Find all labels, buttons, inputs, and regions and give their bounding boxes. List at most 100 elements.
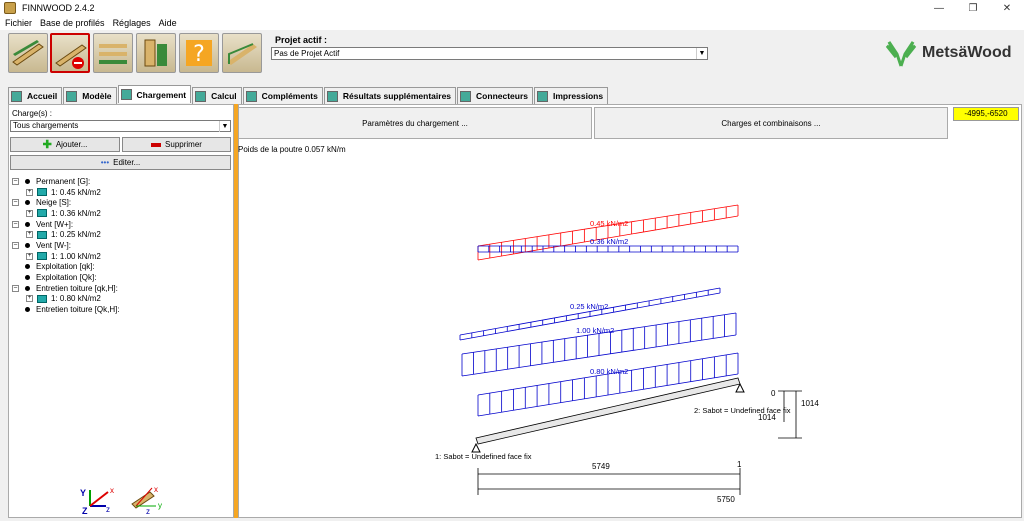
collapse-icon[interactable]: – (12, 220, 19, 228)
tool-floor-button[interactable] (93, 33, 133, 73)
wall-icon (144, 39, 167, 67)
tree-item[interactable]: +1: 0.45 kN/m2 (12, 187, 120, 198)
delete-beam-icon (55, 44, 87, 69)
collapse-icon[interactable]: – (12, 199, 19, 207)
axis-x2-label: x (154, 485, 158, 494)
edit-button[interactable]: ••• Editer... (10, 155, 231, 170)
expand-icon[interactable]: + (26, 295, 33, 303)
delete-label: Supprimer (165, 140, 202, 149)
chevron-down-icon: ▼ (696, 48, 707, 59)
tree-item[interactable]: – Neige [S]: (12, 197, 120, 208)
dim-5749-label: 5749 (592, 462, 610, 471)
tree-item[interactable]: +1: 0.80 kN/m2 (12, 294, 120, 305)
tool-delete-beam-button[interactable] (50, 33, 90, 73)
collapse-icon[interactable]: – (12, 284, 19, 292)
bullet-icon (25, 285, 30, 291)
edit-label: Editer... (113, 158, 141, 167)
bullet-icon (25, 221, 30, 227)
load-label-3: 1.00 kN/m2 (576, 326, 614, 335)
axis-y-label: y (158, 501, 162, 510)
tab-modele[interactable]: Modèle (63, 87, 117, 104)
expand-icon[interactable]: + (26, 188, 33, 196)
menu-reglages[interactable]: Réglages (113, 18, 151, 28)
charges-combinations-label: Charges et combinaisons ... (721, 118, 821, 128)
tree-item[interactable]: – Entretien toiture [qk,H]: (12, 283, 120, 294)
bullet-icon (25, 200, 30, 206)
tab-icon (537, 90, 549, 102)
plus-icon: ✚ (42, 139, 52, 151)
tab-complements[interactable]: Compléments (242, 87, 323, 104)
expand-icon[interactable]: + (26, 231, 33, 239)
dim-1014-label-a: 1014 (801, 399, 819, 408)
tree-item[interactable]: – Vent [W+]: (12, 219, 120, 230)
tab-connecteurs[interactable]: Connecteurs (457, 87, 534, 104)
tree-item[interactable]: +1: 0.25 kN/m2 (12, 229, 120, 240)
load-params-button[interactable]: Paramètres du chargement ... (238, 107, 592, 139)
chevron-down-icon: ▼ (219, 121, 230, 132)
tree-item[interactable]: – Permanent [G]: (12, 176, 120, 187)
tree-item[interactable]: – Vent [W-]: (12, 240, 120, 251)
tab-icon (66, 90, 78, 102)
tool-wall-button[interactable] (136, 33, 176, 73)
tab-resultats-supplementaires[interactable]: Résultats supplémentaires (323, 87, 457, 104)
load-params-label: Paramètres du chargement ... (362, 118, 468, 128)
tree-item[interactable]: Exploitation [Qk]: (12, 272, 120, 283)
tab-label: Connecteurs (476, 91, 529, 101)
tree-item-label: Exploitation [Qk]: (36, 273, 97, 283)
support-2-label: 2: Sabot = Undefined face fix (694, 406, 791, 415)
load-icon (37, 209, 47, 218)
tree-item-label: 1: 0.36 kN/m2 (51, 208, 101, 218)
bullet-icon (25, 307, 30, 313)
menu-base-de-profils[interactable]: Base de profilés (40, 18, 105, 28)
load-label-1: 0.36 kN/m2 (590, 237, 628, 246)
tool-beam-button[interactable] (8, 33, 48, 73)
bullet-icon (25, 178, 30, 184)
tool-roof-button[interactable] (222, 33, 262, 73)
tree-item-label: Neige [S]: (36, 198, 72, 208)
beam-icon (12, 40, 44, 66)
load-icon (37, 252, 47, 261)
minimize-icon[interactable]: — (922, 0, 956, 16)
expand-icon[interactable]: + (26, 252, 33, 260)
add-button[interactable]: ✚ Ajouter... (10, 137, 120, 152)
tab-icon (460, 90, 472, 102)
tree-item[interactable]: Exploitation [qk]: (12, 262, 120, 273)
charges-select[interactable]: Tous chargements ▼ (10, 120, 231, 132)
support-2-icon (735, 382, 745, 393)
moose-icon (885, 41, 917, 67)
minus-icon (151, 142, 162, 147)
logo-text: MetsäWood (922, 44, 1012, 61)
tab-icon (245, 90, 257, 102)
beam-weight-text: Poids de la poutre 0.057 kN/m (238, 145, 346, 154)
tab-impressions[interactable]: Impressions (534, 87, 609, 104)
expand-icon[interactable]: + (26, 209, 33, 217)
svg-text:?: ? (193, 42, 205, 67)
tab-accueil[interactable]: Accueil (8, 87, 63, 104)
maximize-icon[interactable]: ❐ (956, 0, 990, 16)
tree-item[interactable]: +1: 0.36 kN/m2 (12, 208, 120, 219)
tab-bar: Accueil Modèle Chargement Calcul Complém… (8, 85, 609, 104)
tab-chargement[interactable]: Chargement (117, 85, 192, 103)
coordinate-readout: -4995,-6520 (953, 107, 1019, 121)
dim-1-label: 1 (737, 460, 742, 469)
tab-label: Chargement (136, 89, 187, 100)
menu-bar: Fichier Base de profilés Réglages Aide (0, 16, 1024, 30)
collapse-icon[interactable]: – (12, 177, 19, 185)
collapse-icon[interactable]: – (12, 241, 19, 249)
tab-label: Résultats supplémentaires (342, 91, 452, 101)
menu-aide[interactable]: Aide (159, 18, 177, 28)
tab-label: Accueil (27, 91, 58, 101)
project-select[interactable]: Pas de Projet Actif ▼ (271, 47, 708, 60)
tool-help-button[interactable]: ? (179, 33, 219, 73)
tree-item[interactable]: +1: 1.00 kN/m2 (12, 251, 120, 262)
tree-item[interactable]: Entretien toiture [Qk,H]: (12, 304, 120, 315)
delete-button[interactable]: Supprimer (122, 137, 231, 152)
metsawood-logo: MetsäWood (884, 38, 1011, 68)
menu-fichier[interactable]: Fichier (5, 18, 32, 28)
charges-combinations-button[interactable]: Charges et combinaisons ... (594, 107, 948, 139)
tree-item-label: 1: 0.45 kN/m2 (51, 187, 101, 197)
load-label-2: 0.25 kN/m2 (570, 302, 608, 311)
tab-calcul[interactable]: Calcul (192, 87, 242, 104)
close-icon[interactable]: ✕ (990, 0, 1024, 16)
axis-x-label: x (110, 486, 114, 495)
